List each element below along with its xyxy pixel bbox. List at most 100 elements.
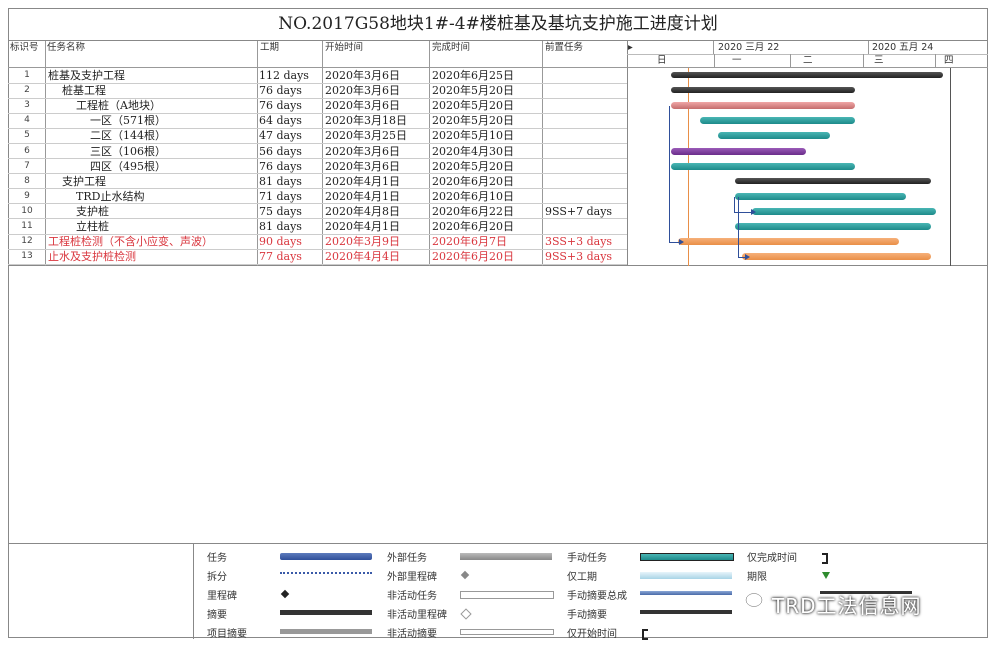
task-start[interactable]: 2020年3月6日 [325,98,428,113]
task-id[interactable]: 5 [10,128,44,143]
legend-manual-task-icon [640,553,734,561]
task-finish[interactable]: 2020年6月20日 [432,174,542,189]
task-duration[interactable]: 64 days [259,113,321,128]
task-finish[interactable]: 2020年5月20日 [432,83,542,98]
dependency-line [669,106,670,243]
task-start[interactable]: 2020年3月6日 [325,83,428,98]
task-duration[interactable]: 90 days [259,234,321,249]
task-duration[interactable]: 76 days [259,159,321,174]
task-finish[interactable]: 2020年6月25日 [432,68,542,83]
task-finish[interactable]: 2020年6月10日 [432,189,542,204]
task-finish[interactable]: 2020年6月22日 [432,204,542,219]
col-header-name[interactable]: 任务名称 [47,41,247,54]
legend-task-icon [280,553,372,560]
task-duration[interactable]: 76 days [259,83,321,98]
task-start[interactable]: 2020年4月8日 [325,204,428,219]
col-header-duration[interactable]: 工期 [260,41,320,54]
task-finish[interactable]: 2020年4月30日 [432,144,542,159]
task-finish[interactable]: 2020年6月20日 [432,249,542,264]
task-start[interactable]: 2020年3月6日 [325,159,428,174]
gantt-bar-task-2[interactable] [671,87,855,94]
gantt-bar-task-3[interactable] [671,102,855,110]
gantt-bar-task-6[interactable] [671,147,806,155]
gantt-bar-task-12[interactable] [678,238,899,246]
task-duration[interactable]: 112 days [259,68,321,83]
task-id[interactable]: 13 [10,249,44,264]
task-predecessors[interactable] [545,128,627,143]
gantt-bar-task-10[interactable] [751,207,936,215]
timescale-top-1: 2020 三月 22 [718,42,780,53]
wechat-icon [745,592,768,609]
task-duration[interactable]: 76 days [259,98,321,113]
task-predecessors[interactable] [545,68,627,83]
task-start[interactable]: 2020年4月1日 [325,174,428,189]
task-predecessors[interactable] [545,98,627,113]
legend-label-external-task: 外部任务 [387,553,427,564]
task-start[interactable]: 2020年4月4日 [325,249,428,264]
gantt-bar-task-5[interactable] [717,132,831,140]
task-finish[interactable]: 2020年5月20日 [432,159,542,174]
col-header-start[interactable]: 开始时间 [325,41,425,54]
task-finish[interactable]: 2020年5月20日 [432,98,542,113]
task-predecessors[interactable] [545,159,627,174]
task-start[interactable]: 2020年3月25日 [325,128,428,143]
task-duration[interactable]: 81 days [259,174,321,189]
task-finish[interactable]: 2020年5月20日 [432,113,542,128]
task-finish[interactable]: 2020年6月20日 [432,219,542,234]
task-predecessors[interactable] [545,113,627,128]
task-duration[interactable]: 56 days [259,144,321,159]
task-predecessors[interactable]: 9SS+3 days [545,249,627,264]
task-id[interactable]: 7 [10,159,44,174]
task-name[interactable]: 立柱桩 [47,219,286,234]
gantt-bar-task-13[interactable] [742,253,931,261]
task-name[interactable]: 工程桩（A地块） [47,98,286,113]
task-predecessors[interactable] [545,144,627,159]
task-start[interactable]: 2020年3月6日 [325,68,428,83]
col-header-predecessors[interactable]: 前置任务 [545,41,625,54]
task-name[interactable]: TRD止水结构 [47,189,286,204]
task-id[interactable]: 9 [10,189,44,204]
task-predecessors[interactable] [545,219,627,234]
task-start[interactable]: 2020年3月9日 [325,234,428,249]
task-name[interactable]: 桩基工程 [47,83,272,98]
task-name[interactable]: 工程桩检测（不含小应变、声波） [47,234,258,249]
task-predecessors[interactable] [545,174,627,189]
task-id[interactable]: 2 [10,83,44,98]
gantt-bar-task-9[interactable] [734,192,907,200]
gantt-bar-task-7[interactable] [671,162,855,170]
task-id[interactable]: 11 [10,219,44,234]
timescale-divider [863,54,864,67]
task-start[interactable]: 2020年4月1日 [325,219,428,234]
task-id[interactable]: 4 [10,113,44,128]
task-id[interactable]: 12 [10,234,44,249]
task-duration[interactable]: 47 days [259,128,321,143]
task-start[interactable]: 2020年3月6日 [325,144,428,159]
gantt-bar-task-11[interactable] [734,223,931,230]
task-name[interactable]: 桩基及支护工程 [47,68,258,83]
task-finish[interactable]: 2020年5月10日 [432,128,542,143]
task-id[interactable]: 3 [10,98,44,113]
task-start[interactable]: 2020年3月18日 [325,113,428,128]
task-id[interactable]: 1 [10,68,44,83]
task-duration[interactable]: 75 days [259,204,321,219]
task-name[interactable]: 支护桩 [47,204,286,219]
task-id[interactable]: 8 [10,174,44,189]
task-id[interactable]: 6 [10,144,44,159]
task-duration[interactable]: 77 days [259,249,321,264]
task-start[interactable]: 2020年4月1日 [325,189,428,204]
task-finish[interactable]: 2020年6月7日 [432,234,542,249]
col-header-finish[interactable]: 完成时间 [432,41,532,54]
task-predecessors[interactable] [545,189,627,204]
task-predecessors[interactable]: 3SS+3 days [545,234,627,249]
task-predecessors[interactable] [545,83,627,98]
col-header-id[interactable]: 标识号 [10,41,46,54]
task-id[interactable]: 10 [10,204,44,219]
task-duration[interactable]: 71 days [259,189,321,204]
task-duration[interactable]: 81 days [259,219,321,234]
gantt-bar-task-4[interactable] [700,117,855,125]
task-name[interactable]: 支护工程 [47,174,272,189]
gantt-bar-task-8[interactable] [734,177,931,184]
task-name[interactable]: 止水及支护桩检测 [47,249,258,264]
gantt-bar-task-1[interactable] [671,72,943,78]
task-predecessors[interactable]: 9SS+7 days [545,204,627,219]
